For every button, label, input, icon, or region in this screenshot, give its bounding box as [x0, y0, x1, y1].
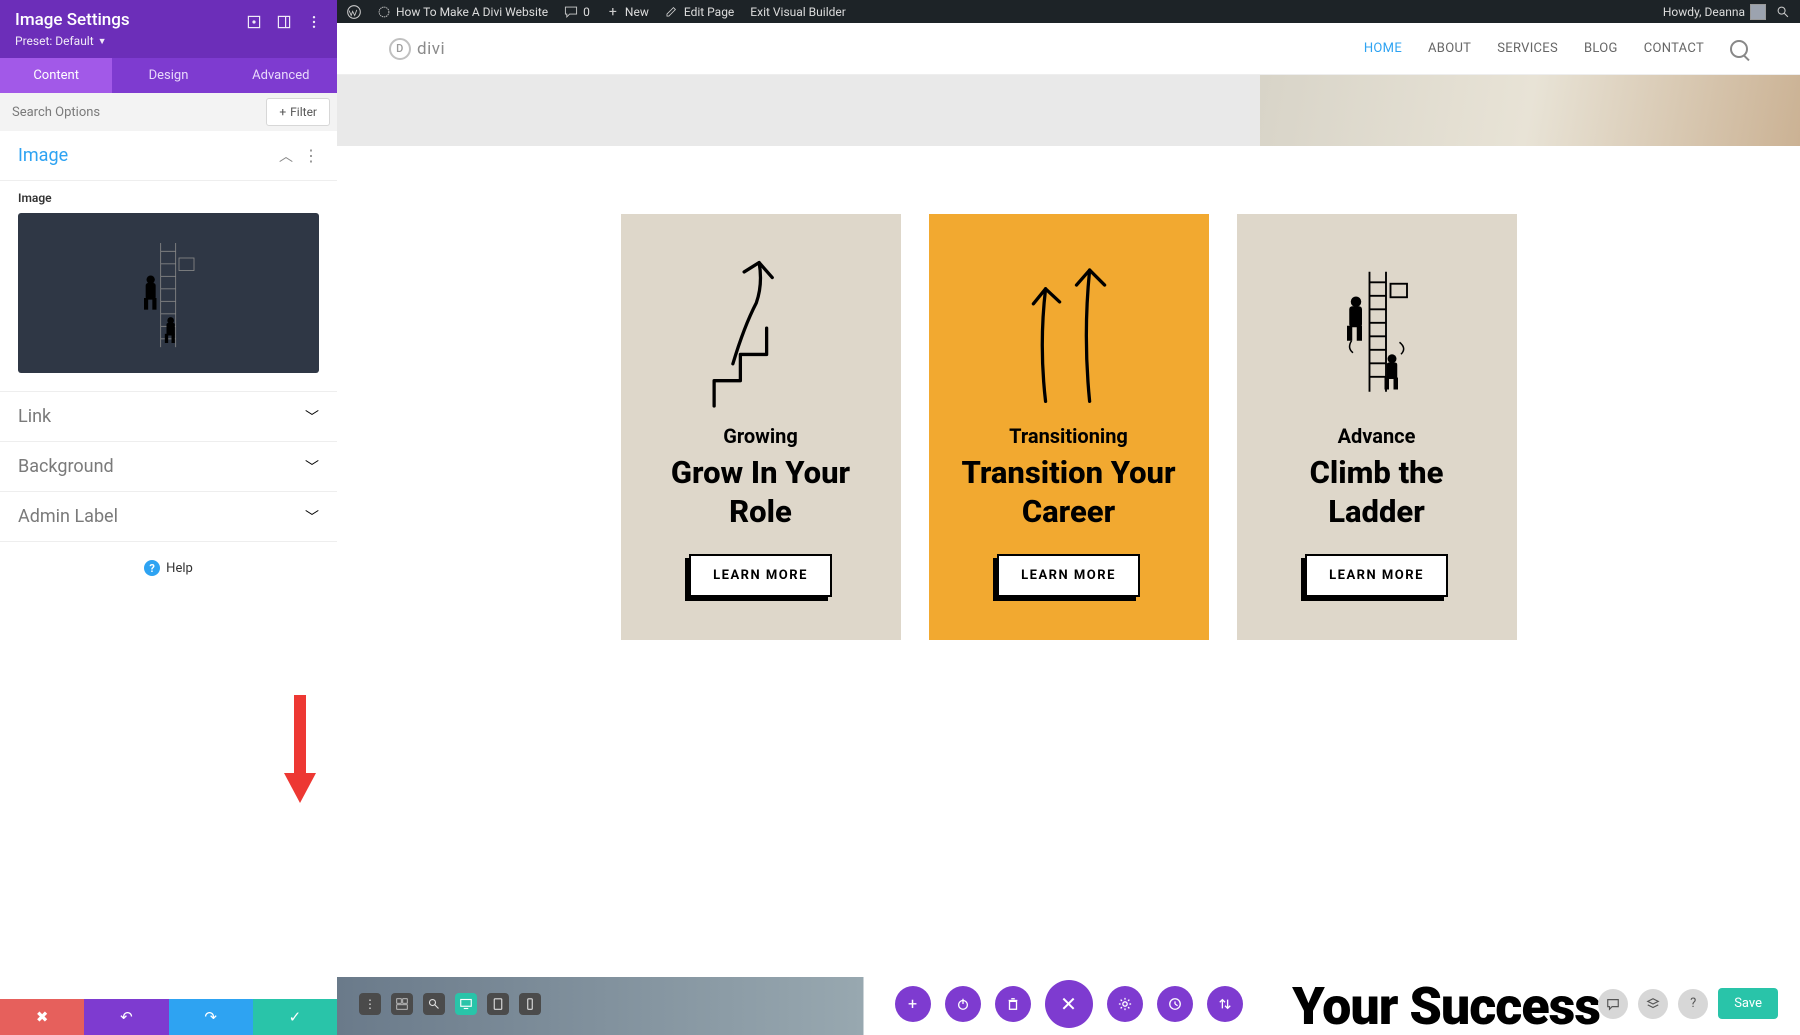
- card-title: Climb the Ladder: [1261, 454, 1493, 532]
- card-sub: Transitioning: [1009, 424, 1128, 448]
- save-button[interactable]: Save: [1718, 988, 1778, 1019]
- panel-header: Image Settings Preset: Default ▼: [0, 0, 337, 58]
- tab-design[interactable]: Design: [112, 58, 224, 93]
- tablet-view-icon[interactable]: [487, 993, 509, 1015]
- chevron-up-icon: ︿: [279, 146, 293, 166]
- image-field-label: Image: [18, 191, 319, 205]
- more-icon[interactable]: [306, 14, 322, 30]
- help-icon: ?: [144, 560, 160, 576]
- close-button[interactable]: ✕: [1045, 980, 1093, 1028]
- desktop-view-icon[interactable]: [455, 993, 477, 1015]
- learn-more-button[interactable]: LEARN MORE: [1305, 554, 1448, 597]
- search-input[interactable]: [0, 95, 259, 130]
- wireframe-icon[interactable]: [391, 993, 413, 1015]
- section-image-header[interactable]: Image ︿⋮: [0, 131, 337, 181]
- section-link[interactable]: Link ﹀: [0, 392, 337, 442]
- nav-contact[interactable]: CONTACT: [1644, 41, 1704, 56]
- admin-search-icon[interactable]: [1776, 5, 1790, 19]
- section-background[interactable]: Background ﹀: [0, 442, 337, 492]
- tab-advanced[interactable]: Advanced: [225, 58, 337, 93]
- card-title: Transition Your Career: [953, 454, 1185, 532]
- more-menu-icon[interactable]: ⋮: [359, 993, 381, 1015]
- site-title: How To Make A Divi Website: [396, 5, 548, 19]
- phone-view-icon[interactable]: [519, 993, 541, 1015]
- preset-dropdown[interactable]: Preset: Default ▼: [15, 34, 130, 48]
- ladder-climb-icon: [1317, 248, 1437, 414]
- search-row: +Filter: [0, 93, 337, 131]
- chevron-down-icon: ﹀: [305, 507, 319, 527]
- cancel-button[interactable]: ✖: [0, 999, 84, 1035]
- learn-more-button[interactable]: LEARN MORE: [689, 554, 832, 597]
- site-name-link[interactable]: How To Make A Divi Website: [377, 5, 548, 19]
- exit-visual-builder[interactable]: Exit Visual Builder: [750, 5, 846, 19]
- card-transitioning: Transitioning Transition Your Career LEA…: [929, 214, 1209, 640]
- wp-logo[interactable]: [347, 5, 361, 19]
- section-more-icon[interactable]: ⋮: [303, 146, 319, 165]
- portability-icon[interactable]: [1207, 986, 1243, 1022]
- card-title: Grow In Your Role: [645, 454, 877, 532]
- page-canvas: D divi HOME ABOUT SERVICES BLOG CONTACT …: [337, 23, 1800, 1035]
- undo-button[interactable]: ↶: [84, 999, 168, 1035]
- layers-icon[interactable]: [1638, 989, 1668, 1019]
- edit-page-link[interactable]: Edit Page: [665, 5, 734, 19]
- gear-icon[interactable]: [1107, 986, 1143, 1022]
- nav-about[interactable]: ABOUT: [1428, 41, 1471, 56]
- power-icon[interactable]: [945, 986, 981, 1022]
- chat-icon[interactable]: [1598, 989, 1628, 1019]
- search-icon[interactable]: [1730, 40, 1748, 58]
- learn-more-button[interactable]: LEARN MORE: [997, 554, 1140, 597]
- new-label: New: [625, 5, 649, 19]
- redo-button[interactable]: ↷: [169, 999, 253, 1035]
- panel-tabs: Content Design Advanced: [0, 58, 337, 93]
- ladder-illustration-icon: [119, 223, 219, 363]
- help-button[interactable]: ?: [1678, 989, 1708, 1019]
- chevron-down-icon: ﹀: [305, 457, 319, 477]
- nav-blog[interactable]: BLOG: [1584, 41, 1618, 56]
- add-button[interactable]: +: [895, 986, 931, 1022]
- history-icon[interactable]: [1157, 986, 1193, 1022]
- nav-home[interactable]: HOME: [1364, 41, 1402, 56]
- panel-title: Image Settings: [15, 10, 130, 30]
- avatar-icon: [1750, 4, 1766, 20]
- site-header: D divi HOME ABOUT SERVICES BLOG CONTACT: [337, 23, 1800, 75]
- chevron-down-icon: ﹀: [305, 407, 319, 427]
- user-greeting[interactable]: Howdy, Deanna: [1663, 4, 1766, 20]
- image-preview[interactable]: [18, 213, 319, 373]
- zoom-icon[interactable]: [423, 993, 445, 1015]
- main-nav: HOME ABOUT SERVICES BLOG CONTACT: [1364, 40, 1748, 58]
- section-admin-label[interactable]: Admin Label ﹀: [0, 492, 337, 542]
- image-settings-panel: Image Settings Preset: Default ▼ Content…: [0, 0, 337, 1035]
- image-field: Image: [0, 181, 337, 392]
- focus-icon[interactable]: [246, 14, 262, 30]
- wp-admin-bar: How To Make A Divi Website 0 +New Edit P…: [337, 0, 1800, 23]
- card-advance: Advance Climb the Ladder LEARN MORE: [1237, 214, 1517, 640]
- hero-image-strip: [337, 75, 1800, 146]
- stairs-arrow-icon: [686, 248, 836, 414]
- confirm-button[interactable]: ✓: [253, 999, 337, 1035]
- nav-services[interactable]: SERVICES: [1497, 41, 1558, 56]
- success-heading: Your Success: [1292, 976, 1600, 1035]
- new-link[interactable]: +New: [606, 5, 649, 19]
- card-sub: Growing: [723, 424, 798, 448]
- site-logo[interactable]: D divi: [389, 38, 445, 60]
- card-growing: Growing Grow In Your Role LEARN MORE: [621, 214, 901, 640]
- trash-icon[interactable]: [995, 986, 1031, 1022]
- filter-button[interactable]: +Filter: [266, 98, 330, 126]
- comments-count: 0: [583, 5, 590, 19]
- logo-icon: D: [389, 38, 411, 60]
- help-link[interactable]: ? Help: [0, 542, 337, 594]
- dock-icon[interactable]: [276, 14, 292, 30]
- card-sub: Advance: [1338, 424, 1416, 448]
- double-arrows-icon: [994, 248, 1144, 414]
- comments-link[interactable]: 0: [564, 5, 590, 19]
- panel-footer: ✖ ↶ ↷ ✓: [0, 999, 337, 1035]
- tab-content[interactable]: Content: [0, 58, 112, 93]
- cards-row: Growing Grow In Your Role LEARN MORE Tra…: [337, 146, 1800, 700]
- edit-page-label: Edit Page: [684, 5, 734, 19]
